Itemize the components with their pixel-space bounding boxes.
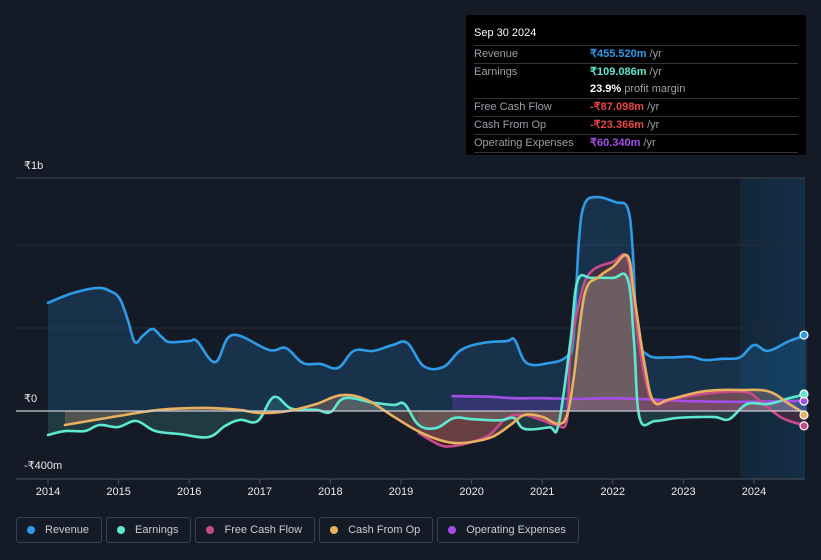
x-tick-label: 2021 bbox=[530, 486, 554, 498]
tooltip-unit: /yr bbox=[647, 101, 660, 113]
chart-legend: Revenue Earnings Free Cash Flow Cash Fro… bbox=[16, 517, 579, 543]
legend-label: Cash From Op bbox=[348, 524, 421, 536]
tooltip-panel: Sep 30 2024 Revenue ₹455.520m /yr Earnin… bbox=[466, 15, 806, 155]
x-tick-label: 2022 bbox=[601, 486, 625, 498]
x-tick-label: 2019 bbox=[389, 486, 413, 498]
gridlines bbox=[16, 177, 805, 329]
x-tick-label: 2020 bbox=[459, 486, 483, 498]
x-tick-label: 2016 bbox=[177, 486, 201, 498]
tooltip-unit: /yr bbox=[643, 137, 656, 149]
legend-label: Revenue bbox=[45, 524, 90, 536]
x-tick-label: 2023 bbox=[671, 486, 695, 498]
y-tick-label-top: ₹1b bbox=[24, 160, 44, 172]
end-marker-free-cash-flow bbox=[799, 421, 809, 431]
tooltip-value: ₹109.086m bbox=[590, 66, 647, 78]
end-marker-earnings bbox=[799, 389, 809, 399]
y-tick-label-zero: ₹0 bbox=[24, 393, 38, 405]
legend-item-operating-expenses[interactable]: Operating Expenses bbox=[437, 517, 579, 543]
tooltip-label: Earnings bbox=[474, 66, 518, 78]
tooltip-unit: profit margin bbox=[624, 83, 686, 95]
tooltip-row-revenue: Revenue ₹455.520m /yr bbox=[474, 46, 798, 64]
tooltip-row-earnings: Earnings ₹109.086m /yr bbox=[474, 64, 798, 81]
legend-dot-icon bbox=[448, 526, 457, 534]
x-tick-label: 2014 bbox=[36, 486, 60, 498]
tooltip-row-profit-margin: 23.9% profit margin bbox=[474, 81, 798, 99]
legend-item-earnings[interactable]: Earnings bbox=[106, 517, 192, 543]
end-marker-cash-from-op bbox=[799, 410, 809, 420]
tooltip-value: ₹455.520m bbox=[590, 48, 647, 60]
x-tick-label: 2024 bbox=[742, 486, 766, 498]
tooltip-label: Cash From Op bbox=[474, 119, 547, 131]
legend-item-cash-from-op[interactable]: Cash From Op bbox=[319, 517, 434, 543]
x-tick-label: 2017 bbox=[248, 486, 272, 498]
end-marker-revenue bbox=[799, 330, 809, 340]
tooltip-row-operating-expenses: Operating Expenses ₹60.340m /yr bbox=[474, 135, 798, 153]
tooltip-value: 23.9% bbox=[590, 83, 622, 95]
tooltip-label: Operating Expenses bbox=[474, 137, 574, 149]
x-tick-label: 2018 bbox=[318, 486, 342, 498]
x-axis: 2014 2015 2016 2017 2018 2019 2020 2021 2022 2023… bbox=[16, 478, 805, 498]
area-revenue bbox=[48, 197, 807, 411]
y-tick-label-bottom: -₹400m bbox=[24, 460, 63, 472]
tooltip-row-cash-from-op: Cash From Op -₹23.366m /yr bbox=[474, 117, 798, 135]
tooltip-value: -₹23.366m bbox=[590, 119, 645, 131]
legend-dot-icon bbox=[27, 526, 35, 534]
tooltip-label bbox=[474, 81, 590, 98]
legend-item-revenue[interactable]: Revenue bbox=[16, 517, 103, 543]
legend-dot-icon bbox=[330, 526, 339, 534]
legend-label: Earnings bbox=[135, 524, 179, 536]
legend-dot-icon bbox=[206, 526, 215, 534]
tooltip-row-free-cash-flow: Free Cash Flow -₹87.098m /yr bbox=[474, 99, 798, 117]
legend-dot-icon bbox=[117, 526, 126, 534]
tooltip-label: Revenue bbox=[474, 48, 519, 60]
tooltip-unit: /yr bbox=[647, 119, 660, 131]
legend-label: Free Cash Flow bbox=[224, 524, 303, 536]
tooltip-value: ₹60.340m bbox=[590, 137, 641, 149]
legend-item-free-cash-flow[interactable]: Free Cash Flow bbox=[195, 517, 316, 543]
legend-label: Operating Expenses bbox=[466, 524, 566, 536]
tooltip-label: Free Cash Flow bbox=[474, 101, 552, 113]
tooltip-unit: /yr bbox=[649, 48, 662, 60]
tooltip-date: Sep 30 2024 bbox=[474, 23, 798, 46]
tooltip-unit: /yr bbox=[649, 66, 662, 78]
x-tick-label: 2015 bbox=[106, 486, 130, 498]
tooltip-value: -₹87.098m bbox=[590, 101, 645, 113]
